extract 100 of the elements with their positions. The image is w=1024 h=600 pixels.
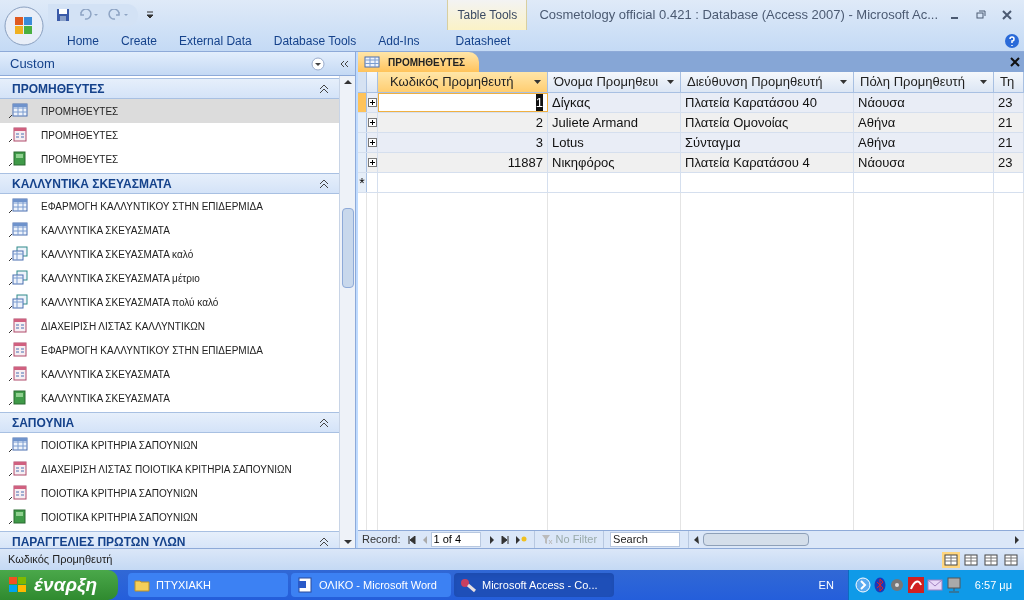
nav-item[interactable]: ΠΡΟΜΗΘΕΥΤΕΣ <box>0 99 339 123</box>
nav-item[interactable]: ΠΟΙΟΤΙΚΑ ΚΡΙΤΗΡΙΑ ΣΑΠΟΥΝΙΩΝ <box>0 481 339 505</box>
first-record-icon[interactable] <box>407 535 416 544</box>
table-icon <box>8 103 28 119</box>
close-icon[interactable] <box>1002 10 1012 20</box>
help-icon[interactable] <box>1004 33 1020 49</box>
taskbar-button[interactable]: ΠΤΥΧΙΑΚΗ <box>128 573 288 597</box>
last-record-icon[interactable] <box>500 535 509 544</box>
report-icon <box>8 390 28 406</box>
ribbon-tab[interactable]: Create <box>110 30 169 52</box>
mail-icon[interactable] <box>926 579 943 591</box>
scrollbar-thumb[interactable] <box>703 533 810 546</box>
expand-icon[interactable] <box>367 118 377 127</box>
collapse-pane-icon[interactable] <box>339 58 349 69</box>
document-tab[interactable]: ΠΡΟΜΗΘΕΥΤΕΣ <box>358 52 480 72</box>
nav-item[interactable]: ΚΑΛΛΥΝΤΙΚΑ ΣΚΕΥΑΣΜΑΤΑ πολύ καλό <box>0 290 339 314</box>
start-button[interactable]: έναρξη <box>0 570 118 600</box>
ribbon-tab[interactable]: External Data <box>168 30 263 52</box>
table-cell: Αθήνα <box>858 113 896 132</box>
nav-item[interactable]: ΠΡΟΜΗΘΕΥΤΕΣ <box>0 123 339 147</box>
nav-item[interactable]: ΚΑΛΛΥΝΤΙΚΑ ΣΚΕΥΑΣΜΑΤΑ μέτριο <box>0 266 339 290</box>
query-icon <box>8 294 28 310</box>
speaker-icon[interactable] <box>888 577 905 593</box>
nav-item[interactable]: ΚΑΛΛΥΝΤΙΚΑ ΣΚΕΥΑΣΜΑΤΑ <box>0 386 339 410</box>
taskbar-button[interactable]: ΟΛΙΚΟ - Microsoft Word <box>291 573 451 597</box>
column-header[interactable]: Κωδικός Προμηθευτή <box>378 72 548 92</box>
dropdown-arrow-icon[interactable] <box>980 80 987 84</box>
nav-group-header[interactable]: ΣΑΠΟΥΝΙΑ <box>0 412 339 433</box>
ribbon-tab[interactable]: Add-Ins <box>367 30 431 52</box>
report-icon <box>8 151 28 167</box>
column-header[interactable]: Τη <box>994 72 1024 92</box>
window-title: Cosmetology official 0.421 : Database (Access 2007) - Microsoft Ac... <box>539 6 938 25</box>
dropdown-arrow-icon[interactable] <box>840 80 847 84</box>
next-record-icon[interactable] <box>488 535 495 544</box>
scroll-left-icon[interactable] <box>693 535 700 544</box>
chevron-icon <box>319 536 329 547</box>
table-cell: Σύνταγμα <box>685 133 741 152</box>
table-cell: 11887 <box>507 153 543 172</box>
ribbon-tab[interactable]: Database Tools <box>262 30 368 52</box>
nav-item[interactable]: ΕΦΑΡΜΟΓΗ ΚΑΛΛΥΝΤΙΚΟΥ ΣΤΗΝ ΕΠΙΔΕΡΜΙΔΑ <box>0 194 339 218</box>
nav-item[interactable]: ΚΑΛΛΥΝΤΙΚΑ ΣΚΕΥΑΣΜΑΤΑ <box>0 362 339 386</box>
nav-item[interactable]: ΠΡΟΜΗΘΕΥΤΕΣ <box>0 147 339 171</box>
scroll-right-icon[interactable] <box>1014 535 1020 544</box>
record-position-field[interactable]: 1 of 4 <box>430 532 481 547</box>
nav-item[interactable]: ΚΑΛΛΥΝΤΙΚΑ ΣΚΕΥΑΣΜΑΤΑ <box>0 218 339 242</box>
search-field[interactable]: Search <box>610 532 681 547</box>
status-text: Κωδικός Προμηθευτή <box>7 552 114 568</box>
expand-icon[interactable] <box>367 158 377 167</box>
nav-item[interactable]: ΠΟΙΟΤΙΚΑ ΚΡΙΤΗΡΙΑ ΣΑΠΟΥΝΙΩΝ <box>0 505 339 529</box>
table-cell: Πλατεία Καρατάσου 40 <box>685 93 817 112</box>
table-cell: Νάουσα <box>858 93 905 112</box>
column-header[interactable]: Όνομα Προμηθευι <box>548 72 681 92</box>
filter-icon <box>540 534 553 545</box>
office-button[interactable] <box>3 4 45 47</box>
ribbon-tab[interactable]: Datasheet <box>444 30 522 52</box>
table-cell: Νάουσα <box>858 153 905 172</box>
form-icon <box>8 485 28 501</box>
table-cell: 21 <box>998 133 1013 152</box>
column-header[interactable]: Διεύθυνση Προμηθευτή <box>681 72 854 92</box>
restore-icon[interactable] <box>976 10 986 20</box>
table-cell: Πλατεία Ομονοίας <box>685 113 789 132</box>
dropdown-icon[interactable] <box>311 56 325 71</box>
table-cell: Πλατεία Καρατάσου 4 <box>685 153 810 172</box>
chevron-icon <box>319 83 329 94</box>
table-icon <box>8 437 28 453</box>
expand-icon[interactable] <box>367 98 377 107</box>
customize-toolbar-icon[interactable] <box>146 10 154 20</box>
expand-icon[interactable] <box>367 138 377 147</box>
save-icon[interactable] <box>56 8 70 22</box>
table-cell: 23 <box>998 93 1013 112</box>
table-icon <box>8 198 28 214</box>
nav-group-header[interactable]: ΚΑΛΛΥΝΤΙΚΑ ΣΚΕΥΑΣΜΑΤΑ <box>0 173 339 194</box>
nav-item[interactable]: ΔΙΑΧΕΙΡΙΣΗ ΛΙΣΤΑΣ ΚΑΛΛΥΝΤΙΚΩΝ <box>0 314 339 338</box>
table-cell: 1 <box>535 94 543 111</box>
dropdown-arrow-icon[interactable] <box>667 80 674 84</box>
new-record-icon[interactable] <box>514 534 527 545</box>
nav-item[interactable]: ΚΑΛΛΥΝΤΙΚΑ ΣΚΕΥΑΣΜΑΤΑ καλό <box>0 242 339 266</box>
close-icon[interactable] <box>1010 57 1020 67</box>
column-header[interactable]: Πόλη Προμηθευτή <box>854 72 994 92</box>
design-view-icon[interactable] <box>1002 551 1020 568</box>
nav-group-header[interactable]: ΠΡΟΜΗΘΕΥΤΕΣ <box>0 78 339 99</box>
scrollbar-thumb[interactable] <box>341 208 354 288</box>
nav-group-header[interactable]: ΠΑΡΑΓΓΕΛΙΕΣ ΠΡΩΤΩΝ ΥΛΩΝ <box>0 531 339 548</box>
nav-item[interactable]: ΠΟΙΟΤΙΚΑ ΚΡΙΤΗΡΙΑ ΣΑΠΟΥΝΙΩΝ <box>0 433 339 457</box>
bluetooth-icon[interactable] <box>873 577 886 593</box>
nav-item[interactable]: ΔΙΑΧΕΙΡΙΣΗ ΛΙΣΤΑΣ ΠΟΙΟΤΙΚΑ ΚΡΙΤΗΡΙΑ ΣΑΠΟΥΝΙΩΝ <box>0 457 339 481</box>
pivot-chart-icon[interactable] <box>982 551 1000 568</box>
datasheet-view-icon[interactable] <box>942 551 960 568</box>
table-cell: 2 <box>535 113 543 132</box>
chevron-icon <box>319 417 329 428</box>
dropdown-arrow-icon[interactable] <box>534 80 541 84</box>
table-cell: Juliete Armand <box>552 113 638 132</box>
pivot-table-icon[interactable] <box>962 551 980 568</box>
taskbar-button[interactable]: Microsoft Access - Co... <box>454 573 614 597</box>
language-indicator[interactable]: EN <box>818 576 834 594</box>
nav-item[interactable]: ΕΦΑΡΜΟΓΗ ΚΑΛΛΥΝΤΙΚΟΥ ΣΤΗΝ ΕΠΙΔΕΡΜΙΔΑ <box>0 338 339 362</box>
expand-tray-icon[interactable] <box>854 577 871 593</box>
ribbon-tab[interactable]: Home <box>56 30 110 52</box>
report-icon <box>8 509 28 525</box>
form-icon <box>8 366 28 382</box>
